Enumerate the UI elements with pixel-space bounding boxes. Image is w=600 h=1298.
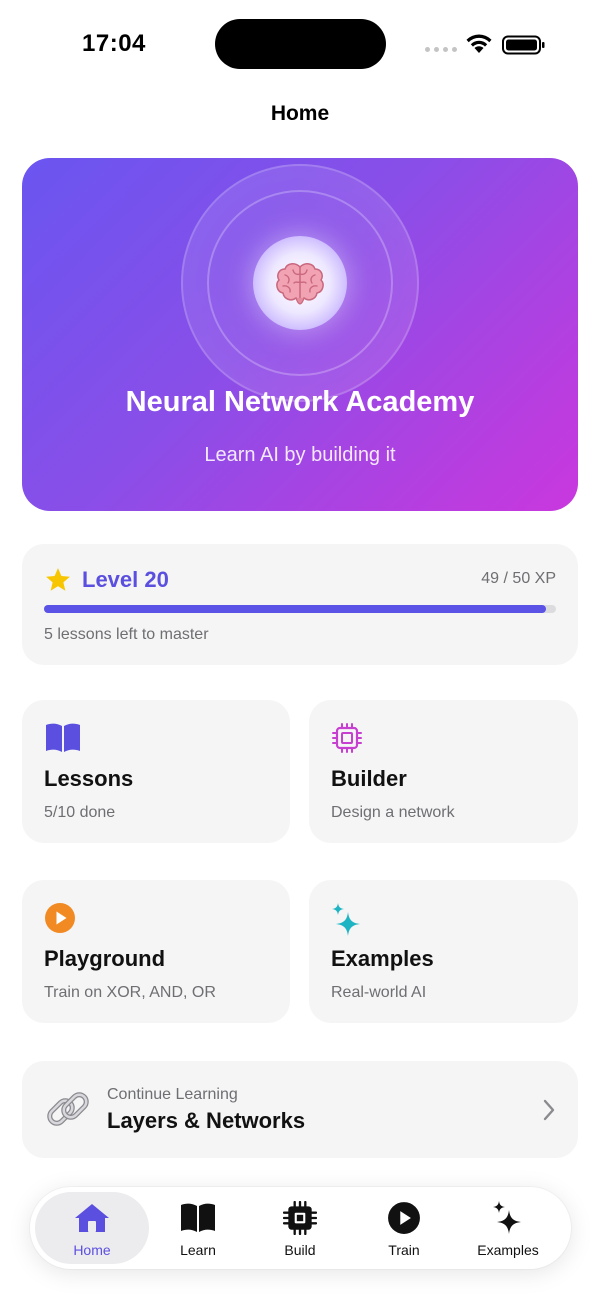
playground-subtitle: Train on XOR, AND, OR (44, 984, 216, 1001)
builder-title: Builder (331, 766, 407, 791)
examples-tile[interactable]: Examples Real-world AI (309, 880, 578, 1023)
book-icon (46, 723, 80, 752)
examples-subtitle: Real-world AI (331, 984, 427, 1001)
lessons-tile[interactable]: Lessons 5/10 done (22, 700, 290, 843)
tab-home-label: Home (73, 1242, 111, 1258)
tab-examples-label: Examples (477, 1242, 539, 1258)
page-title: Home (270, 102, 330, 125)
tab-learn-label: Learn (180, 1242, 216, 1258)
cpu-icon (332, 723, 362, 753)
xp-label: 49 / 50 XP (481, 570, 556, 587)
play-circle-icon (45, 903, 75, 933)
lessons-subtitle: 5/10 done (44, 804, 116, 821)
chevron-right-icon (543, 1099, 555, 1121)
level-subtitle: 5 lessons left to master (44, 626, 209, 643)
house-icon (75, 1204, 109, 1232)
tab-learn[interactable]: Learn (144, 1187, 252, 1269)
level-card[interactable]: Level 20 49 / 50 XP 5 lessons left to ma… (22, 544, 578, 665)
continue-learning-card[interactable]: Continue Learning Layers & Networks (22, 1061, 578, 1158)
hero-banner: Neural Network Academy Learn AI by build… (22, 158, 578, 511)
level-label: Level 20 (82, 567, 169, 592)
brain-icon (276, 263, 324, 305)
sparkles-icon (332, 903, 360, 936)
examples-title: Examples (331, 946, 434, 971)
status-time: 17:04 (82, 30, 146, 57)
tab-build[interactable]: Build (246, 1187, 354, 1269)
brain-orb (253, 236, 347, 330)
battery-icon (502, 35, 545, 55)
xp-progress-fill (44, 605, 546, 613)
tab-train-label: Train (388, 1242, 420, 1258)
hero-subtitle: Learn AI by building it (204, 444, 396, 466)
continue-title: Layers & Networks (107, 1108, 306, 1133)
dynamic-island (215, 19, 386, 69)
tab-examples[interactable]: Examples (454, 1187, 562, 1269)
playground-title: Playground (44, 946, 166, 971)
playground-tile[interactable]: Playground Train on XOR, AND, OR (22, 880, 290, 1023)
lessons-title: Lessons (44, 766, 134, 791)
cellular-signal-icon (425, 47, 457, 52)
tab-bar: Home Learn Build Train Examples (30, 1187, 571, 1269)
status-bar: 17:04 (0, 0, 600, 90)
builder-tile[interactable]: Builder Design a network (309, 700, 578, 843)
chain-link-icon (47, 1092, 89, 1126)
builder-subtitle: Design a network (331, 804, 455, 821)
xp-progress-bar (44, 605, 556, 613)
play-circle-icon (388, 1202, 420, 1234)
star-icon (46, 568, 70, 591)
book-icon (181, 1203, 215, 1232)
tab-home[interactable]: Home (35, 1192, 149, 1264)
tab-train[interactable]: Train (350, 1187, 458, 1269)
continue-label: Continue Learning (107, 1086, 238, 1103)
tab-build-label: Build (284, 1242, 316, 1258)
wifi-icon (466, 34, 492, 53)
hero-title: Neural Network Academy (125, 386, 475, 418)
sparkles-icon (493, 1201, 521, 1234)
cpu-icon (283, 1201, 317, 1235)
